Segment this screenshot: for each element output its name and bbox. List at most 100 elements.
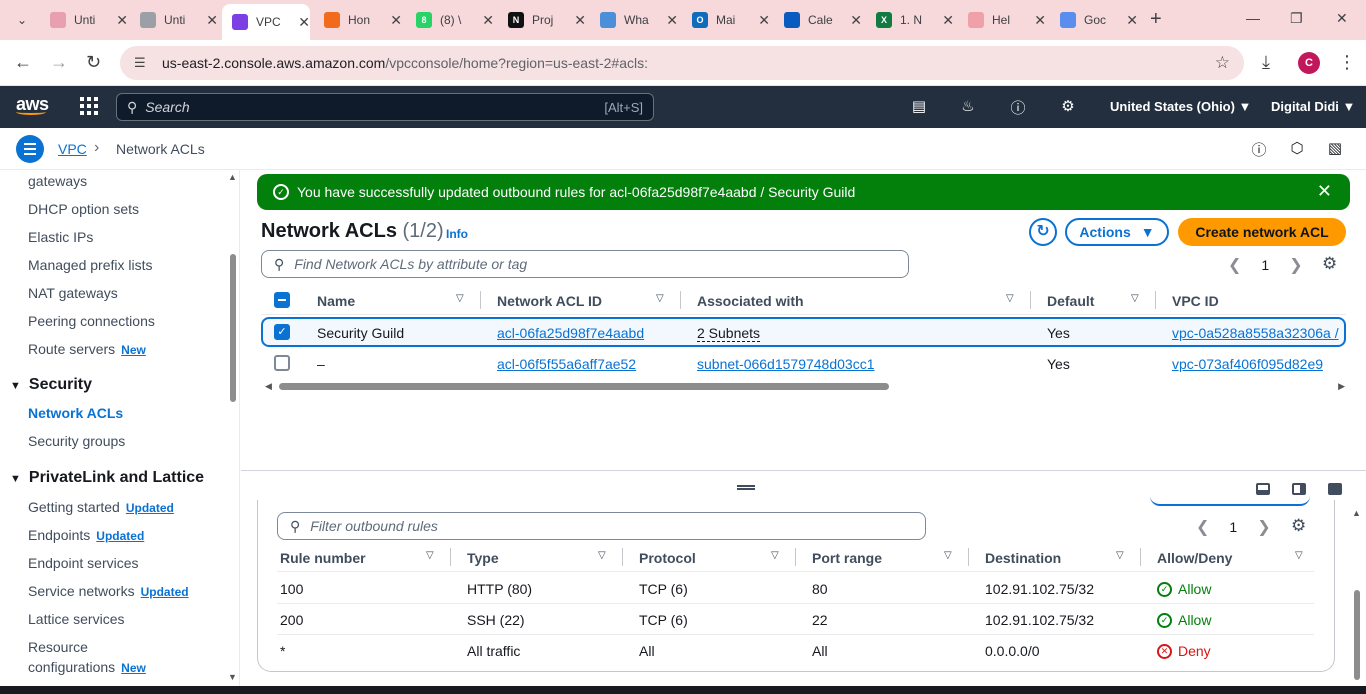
sidenav-item[interactable]: gateways xyxy=(28,173,87,189)
help-icon[interactable]: ⓘ xyxy=(1008,97,1028,117)
browser-tab[interactable]: Unti ✕ xyxy=(130,6,218,34)
panel-full-icon[interactable] xyxy=(1328,483,1342,495)
sort-caret-icon[interactable]: ▽ xyxy=(656,293,664,304)
aws-search-input[interactable]: ⚲ Search [Alt+S] xyxy=(116,93,654,121)
sidenav-item[interactable]: Resource xyxy=(28,639,88,655)
sort-caret-icon[interactable]: ▽ xyxy=(1131,293,1139,304)
sort-caret-icon[interactable]: ▽ xyxy=(426,550,434,561)
side-nav-toggle-icon[interactable] xyxy=(16,135,44,163)
browser-tab[interactable]: Goc ✕ xyxy=(1050,6,1138,34)
region-selector[interactable]: United States (Ohio) ▼ xyxy=(1110,99,1251,114)
download-icon[interactable]: ⤓ xyxy=(1262,52,1270,73)
breadcrumb-vpc-link[interactable]: VPC xyxy=(58,141,87,157)
security-shield-icon[interactable]: ⬡ xyxy=(1287,139,1307,159)
col-destination[interactable]: Destination xyxy=(985,550,1061,566)
tab-close-icon[interactable]: ✕ xyxy=(116,12,128,29)
browser-menu-icon[interactable]: ⋮ xyxy=(1338,52,1356,73)
close-window-icon[interactable]: ✕ xyxy=(1336,10,1348,27)
browser-tab[interactable]: X 1. N ✕ xyxy=(866,6,954,34)
minimize-icon[interactable]: — xyxy=(1246,10,1260,26)
section-privatelink[interactable]: ▼ PrivateLink and Lattice xyxy=(10,469,204,487)
browser-tab[interactable]: Hel ✕ xyxy=(958,6,1046,34)
tab-close-icon[interactable]: ✕ xyxy=(482,12,494,29)
col-associated[interactable]: Associated with xyxy=(697,293,804,309)
col-allow-deny[interactable]: Allow/Deny xyxy=(1157,550,1232,566)
page-number[interactable]: 1 xyxy=(1261,257,1269,273)
tab-search-dropdown-icon[interactable]: ⌄ xyxy=(8,6,36,34)
restore-icon[interactable]: ❐ xyxy=(1290,10,1303,27)
chevron-right-icon[interactable]: ❯ xyxy=(1257,517,1270,537)
acl-filter-input[interactable]: ⚲ Find Network ACLs by attribute or tag xyxy=(261,250,909,278)
browser-tab[interactable]: O Mai ✕ xyxy=(682,6,770,34)
aws-logo[interactable]: aws xyxy=(16,94,49,115)
settings-gear-icon[interactable]: ⚙ xyxy=(1058,97,1078,117)
col-name[interactable]: Name xyxy=(317,293,355,309)
sidenav-item[interactable]: Network ACLs xyxy=(28,405,123,421)
col-type[interactable]: Type xyxy=(467,550,499,566)
sidenav-item[interactable]: Security groups xyxy=(28,433,125,449)
sidenav-item[interactable]: Peering connections xyxy=(28,313,155,329)
chevron-left-icon[interactable]: ❮ xyxy=(1196,517,1209,537)
resize-handle-icon[interactable] xyxy=(737,485,755,490)
create-network-acl-button[interactable]: Create network ACL xyxy=(1178,218,1346,246)
services-grid-icon[interactable] xyxy=(80,97,98,115)
address-bar[interactable]: ☰ us-east-2.console.aws.amazon.com/vpcco… xyxy=(120,46,1244,80)
profile-avatar[interactable]: C xyxy=(1298,52,1320,74)
tab-close-icon[interactable]: ✕ xyxy=(206,12,218,29)
browser-tab[interactable]: Cale ✕ xyxy=(774,6,862,34)
rules-preferences-gear-icon[interactable]: ⚙ xyxy=(1291,516,1306,536)
tab-close-icon[interactable]: ✕ xyxy=(1034,12,1046,29)
main-vertical-scrollbar[interactable]: ▲ xyxy=(1352,500,1362,686)
sidenav-item[interactable]: Route servers New xyxy=(28,341,146,357)
vpc-id-link[interactable]: vpc-073af406f095d82e9 xyxy=(1172,356,1323,372)
col-rule-number[interactable]: Rule number xyxy=(280,550,366,566)
tab-close-icon[interactable]: ✕ xyxy=(298,14,310,31)
reload-icon[interactable]: ↻ xyxy=(86,52,101,73)
sidenav-scrollbar[interactable]: ▲ ▼ xyxy=(228,170,238,686)
sidenav-item[interactable]: DHCP option sets xyxy=(28,201,139,217)
dismiss-close-icon[interactable]: ✕ xyxy=(1317,181,1332,202)
browser-tab[interactable]: VPC ✕ xyxy=(222,4,310,40)
sidenav-item[interactable]: Getting started Updated xyxy=(28,499,174,515)
sidenav-item[interactable]: Managed prefix lists xyxy=(28,257,153,273)
refresh-button[interactable]: ↻ xyxy=(1029,218,1057,246)
sidenav-item[interactable]: Endpoint services xyxy=(28,555,139,571)
sort-caret-icon[interactable]: ▽ xyxy=(944,550,952,561)
actions-button[interactable]: Actions ▼ xyxy=(1065,218,1169,246)
select-all-checkbox[interactable] xyxy=(274,292,290,308)
col-default[interactable]: Default xyxy=(1047,293,1094,309)
sort-caret-icon[interactable]: ▽ xyxy=(771,550,779,561)
info-link[interactable]: Info xyxy=(446,227,468,241)
tab-close-icon[interactable]: ✕ xyxy=(850,12,862,29)
browser-tab[interactable]: 8 (8) \ ✕ xyxy=(406,6,494,34)
tab-close-icon[interactable]: ✕ xyxy=(666,12,678,29)
browser-tab[interactable]: N Proj ✕ xyxy=(498,6,586,34)
col-protocol[interactable]: Protocol xyxy=(639,550,696,566)
section-security[interactable]: ▼ Security xyxy=(10,376,92,394)
feedback-icon[interactable]: ▧ xyxy=(1325,139,1345,159)
tab-close-icon[interactable]: ✕ xyxy=(1126,12,1138,29)
sidenav-item[interactable]: Service networks Updated xyxy=(28,583,189,599)
browser-tab[interactable]: Hon ✕ xyxy=(314,6,402,34)
associated-subnet-link[interactable]: subnet-066d1579748d03cc1 xyxy=(697,356,875,372)
sidenav-item[interactable]: NAT gateways xyxy=(28,285,118,301)
row-checkbox[interactable] xyxy=(274,355,290,371)
back-icon[interactable]: ← xyxy=(14,52,32,73)
bookmark-star-icon[interactable]: ☆ xyxy=(1215,53,1230,73)
sidenav-item[interactable]: Endpoints Updated xyxy=(28,527,144,543)
associated-subnets[interactable]: 2 Subnets xyxy=(697,325,761,342)
sort-caret-icon[interactable]: ▽ xyxy=(1295,550,1303,561)
tab-close-icon[interactable]: ✕ xyxy=(574,12,586,29)
sort-caret-icon[interactable]: ▽ xyxy=(1006,293,1014,304)
new-tab-button[interactable]: + xyxy=(1150,8,1162,31)
chevron-left-icon[interactable]: ❮ xyxy=(1228,255,1241,275)
vpc-id-link[interactable]: vpc-0a528a8558a32306a / xyxy=(1172,325,1339,341)
sort-caret-icon[interactable]: ▽ xyxy=(598,550,606,561)
notifications-bell-icon[interactable]: ♨ xyxy=(958,97,978,117)
col-vpc-id[interactable]: VPC ID xyxy=(1172,293,1219,309)
browser-tab[interactable]: Unti ✕ xyxy=(40,6,128,34)
tab-close-icon[interactable]: ✕ xyxy=(758,12,770,29)
forward-icon[interactable]: → xyxy=(50,52,68,73)
tab-close-icon[interactable]: ✕ xyxy=(942,12,954,29)
browser-tab[interactable]: Wha ✕ xyxy=(590,6,678,34)
